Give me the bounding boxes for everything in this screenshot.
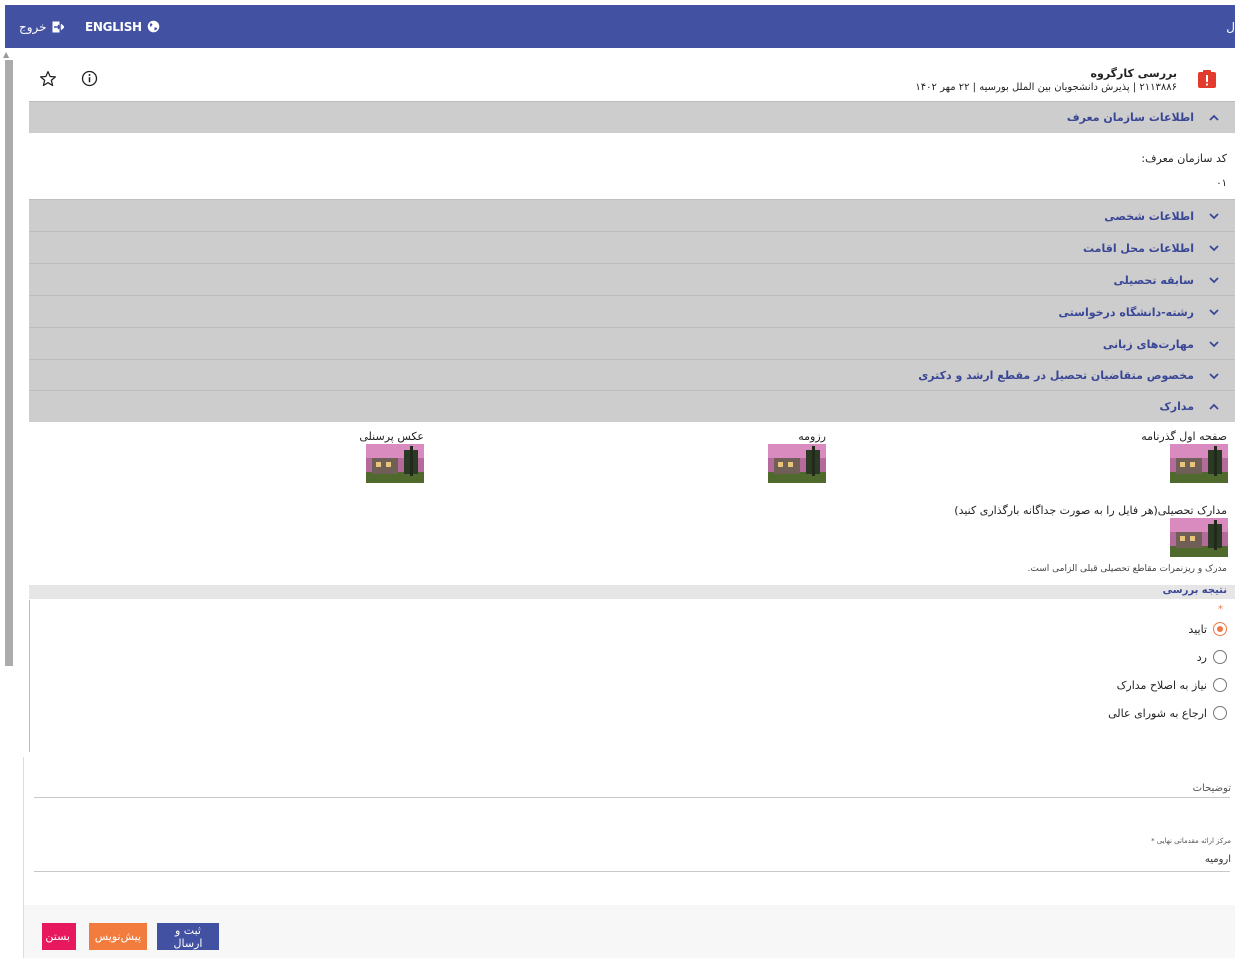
- section-language-skills[interactable]: مهارت‌های زبانی: [29, 327, 1235, 360]
- review-title: نتیجه بررسی: [1162, 585, 1227, 596]
- edu-docs-thumbnail[interactable]: [1170, 518, 1228, 557]
- chevron-up-icon: [1209, 114, 1219, 121]
- radio-reject-label: رد: [1196, 650, 1207, 664]
- language-switch[interactable]: ENGLISH: [85, 5, 160, 48]
- radio-needs-correction-label: نیاز به اصلاح مدارک: [1116, 678, 1207, 692]
- resume-label: رزومه: [798, 430, 826, 443]
- image-icon: [366, 444, 424, 483]
- chevron-down-icon: [1209, 372, 1219, 379]
- section-org-info-label: اطلاعات سازمان معرف: [1066, 111, 1194, 124]
- image-icon: [1170, 444, 1228, 483]
- center-input[interactable]: [34, 871, 1230, 872]
- section-personal-info[interactable]: اطلاعات شخصی: [29, 199, 1235, 232]
- chevron-up-icon: [1209, 403, 1219, 410]
- section-language-skills-label: مهارت‌های زبانی: [1102, 337, 1194, 351]
- task-header: بررسی کارگروه ۲۱۱۳۸۸۶ | پذیرش دانشجویان …: [13, 48, 1235, 101]
- passport-label: صفحه اول گذرنامه: [1141, 430, 1227, 443]
- image-icon: [768, 444, 826, 483]
- submit-button[interactable]: ثبت و ارسال: [157, 923, 219, 950]
- description-label: توضیحات: [1192, 783, 1231, 794]
- radio-approve[interactable]: تایید: [1188, 622, 1227, 636]
- center-label: مرکز ارائه مقدماتی نهایی *: [1151, 837, 1231, 845]
- exit-label: خروج: [19, 19, 47, 34]
- section-org-info-header[interactable]: اطلاعات سازمان معرف: [1067, 102, 1235, 133]
- section-masters-phd-label: مخصوص متقاضیان تحصیل در مقطع ارشد و دکتر…: [918, 369, 1194, 382]
- alert-icon: [1198, 70, 1216, 88]
- radio-circle[interactable]: [1213, 706, 1227, 720]
- chevron-down-icon: [1209, 245, 1219, 252]
- topbar-edge-text: ل: [1226, 19, 1235, 34]
- radio-approve-label: تایید: [1188, 622, 1207, 636]
- radio-circle[interactable]: [1213, 622, 1227, 636]
- section-personal-info-label: اطلاعات شخصی: [1104, 209, 1194, 223]
- org-code-label: کد سازمان معرف:: [1141, 152, 1227, 165]
- section-requested-field-label: رشته-دانشگاه درخواستی: [1058, 305, 1194, 319]
- review-form: توضیحات مرکز ارائه مقدماتی نهایی * ارومی…: [23, 757, 1235, 905]
- section-documents[interactable]: مدارک: [29, 390, 1235, 422]
- star-icon[interactable]: [39, 70, 57, 88]
- radio-needs-correction[interactable]: نیاز به اصلاح مدارک: [1117, 678, 1227, 692]
- language-label: ENGLISH: [85, 19, 142, 34]
- center-value[interactable]: ارومیه: [1205, 854, 1231, 865]
- radio-reject[interactable]: رد: [1197, 650, 1227, 664]
- photo-thumbnail[interactable]: [366, 444, 424, 483]
- radio-refer-council[interactable]: ارجاع به شورای عالی: [1108, 706, 1227, 720]
- exit-button[interactable]: خروج: [19, 5, 64, 48]
- resume-thumbnail[interactable]: [768, 444, 826, 483]
- divider: [29, 600, 30, 752]
- section-education-history[interactable]: سابقه تحصیلی: [29, 263, 1235, 296]
- draft-button[interactable]: پیش‌نویس: [89, 923, 147, 950]
- org-code-value: ۰۱: [1216, 178, 1227, 189]
- section-masters-phd[interactable]: مخصوص متقاضیان تحصیل در مقطع ارشد و دکتر…: [29, 359, 1235, 391]
- edu-docs-note: مدرک و ریزنمرات مقاطع تحصیلی قبلی الزامی…: [1027, 564, 1227, 574]
- radio-circle[interactable]: [1213, 678, 1227, 692]
- photo-label: عکس پرسنلی: [359, 430, 424, 443]
- scrollbar[interactable]: [5, 60, 13, 666]
- close-button[interactable]: بستن: [42, 923, 76, 950]
- action-bar: ثبت و ارسال پیش‌نویس بستن: [23, 905, 1235, 958]
- section-education-history-label: سابقه تحصیلی: [1113, 273, 1194, 287]
- section-org-info[interactable]: اطلاعات سازمان معرف: [29, 101, 1235, 133]
- top-bar: خروج ENGLISH ل: [5, 5, 1235, 48]
- chevron-down-icon: [1209, 341, 1219, 348]
- review-title-bar: [29, 585, 1235, 599]
- required-mark: *: [1218, 604, 1223, 615]
- page: خروج ENGLISH ل ▲ بررسی کارگروه ۲۱۱۳۸۸۶ |…: [0, 0, 1235, 958]
- description-input[interactable]: [34, 797, 1230, 798]
- section-residence-info[interactable]: اطلاعات محل اقامت: [29, 231, 1235, 264]
- exit-icon: [52, 21, 64, 32]
- task-title: بررسی کارگروه: [1090, 67, 1177, 80]
- section-residence-info-label: اطلاعات محل اقامت: [1083, 241, 1194, 255]
- edu-docs-label: مدارک تحصیلی(هر فایل را به صورت جداگانه …: [954, 504, 1227, 517]
- chevron-down-icon: [1209, 277, 1219, 284]
- chevron-down-icon: [1209, 309, 1219, 316]
- radio-circle[interactable]: [1213, 650, 1227, 664]
- task-subtitle: ۲۱۱۳۸۸۶ | پذیرش دانشجویان بین الملل بورس…: [915, 82, 1177, 93]
- globe-icon: [147, 20, 160, 33]
- chevron-down-icon: [1209, 213, 1219, 220]
- passport-thumbnail[interactable]: [1170, 444, 1228, 483]
- section-requested-field[interactable]: رشته-دانشگاه درخواستی: [29, 295, 1235, 328]
- radio-refer-council-label: ارجاع به شورای عالی: [1108, 706, 1207, 720]
- info-icon[interactable]: [81, 70, 98, 87]
- image-icon: [1170, 518, 1228, 557]
- scroll-up-icon[interactable]: ▲: [3, 50, 9, 59]
- section-documents-label: مدارک: [1159, 400, 1194, 413]
